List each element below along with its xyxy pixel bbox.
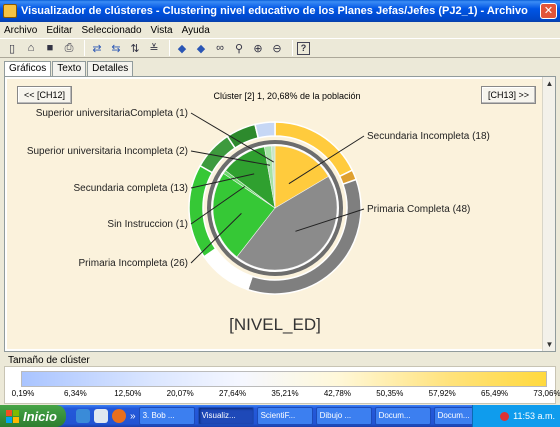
size-scale: 0,19% 6,34% 12,50% 20,07% 27,64% 35,21% 42,78%… — [4, 366, 560, 404]
scroll-up-icon[interactable]: ▲ — [544, 78, 555, 89]
toolbar-separator — [169, 40, 170, 56]
size-tick-label: 65,49% — [481, 389, 509, 398]
tab-graficos[interactable]: Gráficos — [4, 61, 52, 77]
task-list: 3. Bob ... Visualiz... ScientiF... Dibujo .… — [136, 407, 490, 425]
outer-ring-segment[interactable] — [254, 121, 276, 139]
binoculars-icon[interactable]: ∞ — [212, 40, 228, 56]
pie-slice-label: Primaria Incompleta (26) — [79, 258, 188, 269]
size-tick-label: 57,92% — [428, 389, 456, 398]
size-tick-label: 73,06% — [533, 389, 560, 398]
menu-bar: Archivo Editar Seleccionado Vista Ayuda — [0, 22, 560, 38]
filter-icon[interactable]: ≚ — [146, 40, 162, 56]
menu-editar[interactable]: Editar — [46, 25, 72, 36]
zoom-in-icon[interactable]: ⊕ — [250, 40, 266, 56]
taskbar-task[interactable]: Docum... — [374, 407, 431, 425]
menu-ayuda[interactable]: Ayuda — [182, 25, 210, 36]
pie-slice-label: Primaria Completa (48) — [367, 204, 470, 215]
menu-vista[interactable]: Vista — [151, 25, 173, 36]
right-arrow-icon[interactable]: ◆ — [193, 40, 209, 56]
taskbar-task[interactable]: ScientiF... — [256, 407, 313, 425]
chart-panel: << [CH12] Clúster [2] 1, 20,68% de la po… — [4, 76, 556, 352]
left-arrow-icon[interactable]: ◆ — [174, 40, 190, 56]
desktop-icon[interactable] — [94, 409, 108, 423]
size-tick-label: 50,35% — [376, 389, 404, 398]
zoom-out-icon[interactable]: ⊖ — [269, 40, 285, 56]
size-tick-label: 0,19% — [11, 389, 35, 398]
clock: 11:53 a.m. — [513, 411, 555, 421]
size-scale-ticks: 0,19% 6,34% 12,50% 20,07% 27,64% 35,21% 42,78%… — [9, 389, 560, 401]
pie-slice-label: Superior universitaria Incompleta (2) — [27, 146, 188, 157]
firefox-icon[interactable] — [112, 409, 126, 423]
toolbar: ▯ ⌂ ■ ⎙ ⇄ ⇆ ⇅ ≚ ◆ ◆ ∞ ⚲ ⊕ ⊖ ? — [0, 38, 560, 58]
scroll-down-icon[interactable]: ▼ — [544, 339, 555, 350]
size-tick-label: 42,78% — [323, 389, 351, 398]
app-window: Visualizador de clústeres - Clustering n… — [0, 0, 560, 427]
vertical-scrollbar[interactable]: ▲ ▼ — [542, 77, 555, 351]
size-tick-label: 12,50% — [114, 389, 142, 398]
search-icon[interactable]: ⚲ — [231, 40, 247, 56]
open-icon[interactable]: ⌂ — [23, 40, 39, 56]
pie-slice-label: Superior universitariaCompleta (1) — [36, 108, 188, 119]
nivel-ed-pie-chart: Secundaria Incompleta (18) Primaria Compl… — [27, 108, 490, 334]
view-tabs: Gráficos Texto Detalles — [4, 61, 134, 77]
size-tick-label: 27,64% — [219, 389, 247, 398]
save-icon[interactable]: ■ — [42, 40, 58, 56]
new-icon[interactable]: ▯ — [4, 40, 20, 56]
windows-flag-icon — [6, 409, 19, 423]
window-title: Visualizador de clústeres - Clustering n… — [21, 5, 529, 17]
tab-detalles[interactable]: Detalles — [87, 61, 134, 76]
chart-area: << [CH12] Clúster [2] 1, 20,68% de la po… — [7, 79, 542, 349]
tray-icon[interactable] — [500, 411, 510, 421]
pie-slice-label: Secundaria Incompleta (18) — [367, 131, 490, 142]
menu-seleccionado[interactable]: Seleccionado — [81, 25, 141, 36]
system-tray: 11:53 a.m. — [472, 405, 560, 427]
taskbar: Inicio » 3. Bob ... Visualiz... ScientiF..… — [0, 405, 560, 427]
chart-title: [NIVEL_ED] — [229, 315, 321, 334]
print-icon[interactable]: ⎙ — [61, 40, 77, 56]
toolbar-separator — [292, 40, 293, 56]
ie-icon[interactable] — [76, 409, 90, 423]
close-icon[interactable]: ✕ — [540, 3, 557, 19]
help-icon[interactable]: ? — [297, 41, 310, 55]
size-tick-label: 6,34% — [64, 389, 87, 398]
tab-texto[interactable]: Texto — [52, 61, 87, 76]
toolbar-separator — [84, 40, 85, 56]
size-gradient-bar — [21, 371, 547, 387]
start-label: Inicio — [23, 408, 57, 424]
taskbar-task[interactable]: 3. Bob ... — [138, 407, 195, 425]
size-scale-title: Tamaño de clúster — [8, 355, 90, 366]
size-tick-label: 20,07% — [166, 389, 194, 398]
title-bar[interactable]: Visualizador de clústeres - Clustering n… — [0, 0, 560, 22]
swap-icon[interactable]: ⇄ — [89, 40, 105, 56]
swap-alt-icon[interactable]: ⇆ — [108, 40, 124, 56]
taskbar-task[interactable]: Visualiz... — [197, 407, 254, 425]
start-button[interactable]: Inicio — [0, 405, 66, 427]
pie-slice-label: Sin Instruccion (1) — [107, 219, 188, 230]
app-icon — [3, 4, 17, 18]
pie-slice-label: Secundaria completa (13) — [73, 183, 188, 194]
size-tick-label: 35,21% — [271, 389, 299, 398]
taskbar-task[interactable]: Dibujo ... — [315, 407, 372, 425]
menu-archivo[interactable]: Archivo — [4, 25, 37, 36]
sort-icon[interactable]: ⇅ — [127, 40, 143, 56]
